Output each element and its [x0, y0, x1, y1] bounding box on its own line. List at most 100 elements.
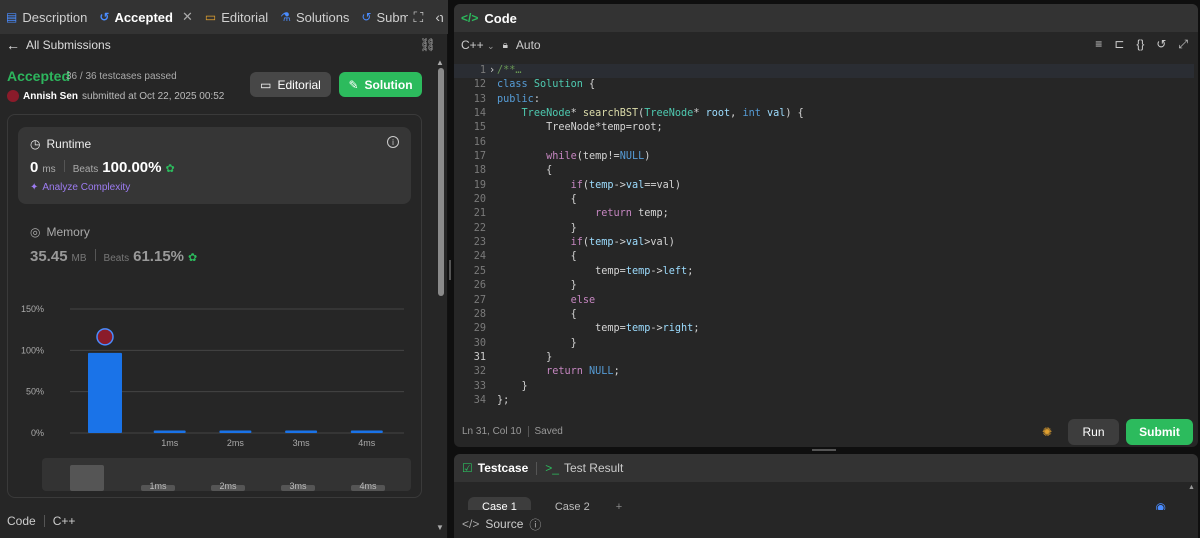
- code-line[interactable]: 12 class Solution {: [454, 78, 1194, 92]
- code-line[interactable]: 29 temp=temp->right;: [454, 322, 1194, 336]
- runtime-distribution-chart[interactable]: 150% 100% 50% 0% 1ms 2ms 3ms 4ms: [8, 295, 421, 455]
- language-select[interactable]: C++ ⌄: [461, 38, 495, 52]
- beats-label: Beats: [72, 164, 99, 175]
- code-line[interactable]: 32 return NULL;: [454, 365, 1194, 379]
- scroll-up-icon[interactable]: ▲: [436, 58, 444, 67]
- memory-title[interactable]: ◎ Memory: [30, 225, 90, 239]
- maximize-icon[interactable]: ⛶: [414, 9, 424, 26]
- code-toolbar: C++ ⌄ 🔒︎ Auto ≡ ⊏ {} ↺ ⤢: [454, 34, 1198, 56]
- panel-resize-handle[interactable]: [812, 449, 836, 451]
- code-line[interactable]: 23 if(temp->val>val): [454, 236, 1194, 250]
- panel-resize-handle[interactable]: [449, 260, 451, 280]
- code-line[interactable]: 19 if(temp->val==val): [454, 179, 1194, 193]
- fold-chevron-icon[interactable]: ›: [489, 64, 495, 78]
- author-name[interactable]: Annish Sen: [23, 91, 78, 102]
- code-editor[interactable]: 1 ›/**… 12 class Solution {13 public: 14 Tree…: [454, 64, 1194, 409]
- user-avatar-marker[interactable]: [96, 328, 114, 346]
- y-tick-label: 100%: [21, 345, 44, 355]
- code-line[interactable]: 14 TreeNode* searchBST(TreeNode* root, i…: [454, 107, 1194, 121]
- tab-accepted[interactable]: ↺ Accepted ✕: [93, 0, 199, 34]
- tab-testcase[interactable]: ☑ Testcase: [462, 461, 528, 475]
- tab-label: Editorial: [221, 9, 269, 25]
- scroll-down-icon[interactable]: ▼: [436, 523, 444, 532]
- code-line[interactable]: 21 return temp;: [454, 207, 1194, 221]
- code-text: };: [497, 394, 510, 406]
- code-line[interactable]: 13 public:: [454, 93, 1194, 107]
- close-icon[interactable]: ✕: [182, 9, 193, 25]
- tab-divider: [536, 461, 538, 475]
- code-line[interactable]: 16: [454, 136, 1194, 150]
- code-line[interactable]: 22 }: [454, 222, 1194, 236]
- all-submissions-link[interactable]: All Submissions: [26, 38, 111, 52]
- metric-divider: [94, 249, 96, 261]
- testcase-header: ☑ Testcase >_ Test Result: [454, 454, 1198, 482]
- code-line[interactable]: 24 {: [454, 250, 1194, 264]
- tab-solutions[interactable]: ⚗ Solutions: [274, 0, 355, 34]
- code-text: if(temp->val==val): [570, 179, 682, 191]
- code-title: Code: [484, 10, 517, 26]
- chart-bar[interactable]: [88, 352, 122, 433]
- code-line[interactable]: 27 else: [454, 294, 1194, 308]
- flask-icon: ⚗: [280, 10, 291, 24]
- code-text: return temp;: [595, 208, 669, 220]
- debug-icon[interactable]: ✺: [1042, 425, 1052, 439]
- memory-beats-value: 61.15%: [133, 248, 184, 265]
- reset-icon[interactable]: ↺: [1156, 37, 1166, 52]
- code-text: {: [497, 251, 577, 263]
- code-line[interactable]: 1 ›/**…: [454, 64, 1194, 79]
- code-line[interactable]: 31 }: [454, 351, 1194, 365]
- auto-mode-label[interactable]: Auto: [516, 38, 541, 52]
- status-divider: [527, 426, 529, 437]
- code-line[interactable]: 34};: [454, 394, 1194, 408]
- solution-button[interactable]: ✎ Solution: [339, 72, 422, 97]
- code-line[interactable]: 30 }: [454, 337, 1194, 351]
- panel-controls: ⛶ ‹: [407, 0, 440, 34]
- code-line[interactable]: 33 }: [454, 380, 1194, 394]
- chart-bar[interactable]: [350, 430, 383, 433]
- line-number: 17: [473, 151, 486, 163]
- tab-description[interactable]: ▤ Description: [0, 0, 93, 34]
- chevron-left-icon[interactable]: ‹: [435, 9, 440, 25]
- expand-icon[interactable]: ⤢: [1178, 37, 1188, 52]
- run-button[interactable]: Run: [1068, 419, 1119, 445]
- tab-test-result[interactable]: >_ Test Result: [545, 461, 623, 475]
- code-line[interactable]: 18 {: [454, 164, 1194, 178]
- code-line[interactable]: 17 while(temp!=NULL): [454, 150, 1194, 164]
- scrollbar-thumb[interactable]: [438, 68, 444, 296]
- stats-panel: ◷ Runtime i 0 ms Beats 100.00% ✿ ✦ Analy…: [7, 114, 422, 498]
- book-icon: ▭: [204, 10, 217, 24]
- line-number: 13: [473, 93, 486, 105]
- source-link[interactable]: Source: [485, 517, 523, 531]
- runtime-beats-value: 100.00%: [102, 159, 162, 176]
- memory-chip-icon: ◎: [30, 225, 41, 239]
- vertical-scrollbar[interactable]: ▲ ▼: [436, 58, 444, 532]
- analyze-complexity-link[interactable]: ✦ Analyze Complexity: [30, 182, 130, 193]
- submit-button[interactable]: Submit: [1126, 419, 1193, 445]
- chart-range-navigator[interactable]: 1ms 2ms 3ms 4ms: [42, 458, 411, 491]
- bookmark-icon[interactable]: ⊏: [1114, 37, 1124, 52]
- code-line[interactable]: 25 temp=temp->left;: [454, 265, 1194, 279]
- help-icon[interactable]: ⓘ: [529, 516, 541, 533]
- code-header: </> Code: [454, 4, 1198, 32]
- code-line[interactable]: 28 {: [454, 308, 1194, 322]
- code-line[interactable]: 20 {: [454, 193, 1194, 207]
- chart-bar[interactable]: [219, 430, 252, 433]
- memory-unit: MB: [71, 253, 87, 264]
- back-arrow-icon[interactable]: ←: [6, 37, 20, 53]
- code-line[interactable]: 26 }: [454, 279, 1194, 293]
- chart-bar[interactable]: [153, 430, 186, 433]
- format-icon[interactable]: ≡: [1095, 37, 1102, 52]
- braces-icon[interactable]: {}: [1136, 37, 1144, 52]
- editorial-button[interactable]: ▭ Editorial: [250, 72, 331, 97]
- tab-editorial[interactable]: ▭ Editorial: [199, 0, 274, 34]
- link-icon[interactable]: ⛓: [419, 37, 436, 53]
- runtime-card[interactable]: ◷ Runtime i 0 ms Beats 100.00% ✿ ✦ Analy…: [18, 127, 411, 204]
- code-text: public:: [497, 93, 540, 105]
- scroll-up-icon[interactable]: ▲: [1188, 484, 1195, 491]
- tab-label: Description: [22, 9, 88, 25]
- line-number: 24: [473, 251, 486, 263]
- code-line[interactable]: 15 TreeNode*temp=root;: [454, 121, 1194, 135]
- test-result-label: Test Result: [563, 461, 624, 475]
- info-icon[interactable]: i: [387, 136, 399, 148]
- chart-bar[interactable]: [285, 430, 318, 433]
